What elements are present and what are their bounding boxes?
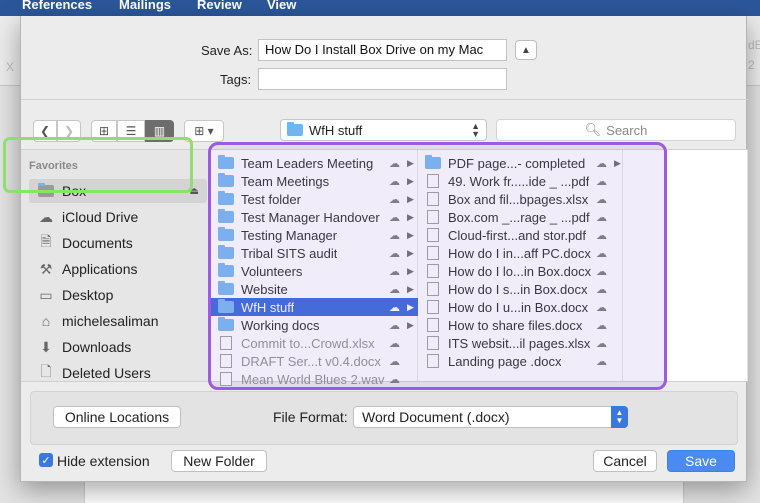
- save-button[interactable]: Save: [667, 450, 735, 472]
- chevron-right-icon: ❯: [63, 124, 75, 138]
- bg-toolbar-glyph: dE: [748, 38, 760, 52]
- cloud-icon: ☁: [39, 208, 53, 225]
- sidebar-item-applications[interactable]: ⚒ Applications: [37, 257, 207, 281]
- sidebar-item-label: iCloud Drive: [62, 209, 139, 225]
- ribbon-tab-review[interactable]: Review: [197, 0, 242, 12]
- bg-toolbar-glyph: 2: [748, 58, 755, 72]
- applications-icon: ⚒: [39, 260, 53, 277]
- sidebar-item-documents[interactable]: 🗎 Documents: [37, 231, 207, 255]
- location-popup[interactable]: WfH stuff ▲ ▼: [280, 119, 487, 141]
- documents-icon: 🗎: [40, 233, 52, 249]
- expand-dialog-button[interactable]: ▲: [515, 40, 537, 60]
- search-icon: 🔍︎: [584, 122, 602, 137]
- sidebar-item-label: Documents: [62, 235, 133, 251]
- purple-highlight-box: [208, 142, 667, 390]
- folder-icon: [287, 122, 303, 136]
- sidebar-item-label: Deleted Users: [62, 365, 151, 381]
- sidebar-item-deleted-users[interactable]: 🗋 Deleted Users: [37, 361, 207, 385]
- chevron-up-icon: ▲: [521, 44, 531, 56]
- green-highlight-box: [3, 137, 193, 193]
- ribbon-tab-mailings[interactable]: Mailings: [119, 0, 171, 12]
- divider: [21, 99, 748, 100]
- updown-arrows-icon: ▲ ▼: [611, 406, 628, 428]
- file-format-label: File Format:: [273, 409, 348, 425]
- sidebar-item-label: Downloads: [62, 339, 132, 355]
- ribbon-tab-view[interactable]: View: [267, 0, 296, 12]
- sidebar-item-label: Applications: [62, 261, 138, 277]
- document-icon: 🗋: [40, 363, 52, 379]
- new-folder-button[interactable]: New Folder: [171, 450, 267, 472]
- file-format-select[interactable]: Word Document (.docx) ▲ ▼: [353, 406, 628, 428]
- updown-arrows-icon: ▲ ▼: [471, 121, 480, 139]
- file-format-value: Word Document (.docx): [362, 409, 510, 425]
- chevron-left-icon: ❮: [39, 124, 51, 138]
- online-locations-button[interactable]: Online Locations: [53, 406, 181, 428]
- sidebar-item-label: michelesaliman: [62, 313, 159, 329]
- sidebar-item-home[interactable]: ⌂ michelesaliman: [37, 309, 207, 333]
- arrange-icon: ⊞ ▾: [194, 124, 214, 138]
- cancel-button[interactable]: Cancel: [593, 450, 657, 472]
- word-ribbon: References Mailings Review View: [0, 0, 760, 16]
- hide-extension-label: Hide extension: [57, 453, 150, 469]
- search-input[interactable]: 🔍︎ Search: [496, 119, 736, 141]
- sidebar-item-icloud-drive[interactable]: ☁ iCloud Drive: [37, 205, 207, 229]
- ribbon-tab-references[interactable]: References: [22, 0, 92, 12]
- downloads-icon: ⬇: [40, 338, 52, 355]
- search-placeholder: Search: [606, 122, 648, 138]
- home-icon: ⌂: [41, 313, 51, 329]
- sidebar-item-desktop[interactable]: ▭ Desktop: [37, 283, 207, 307]
- tags-field[interactable]: [258, 68, 507, 90]
- save-as-field[interactable]: How Do I Install Box Drive on my Mac: [258, 39, 507, 61]
- save-as-label: Save As:: [201, 43, 253, 58]
- hide-extension-checkbox[interactable]: ✓: [39, 453, 53, 467]
- desktop-icon: ▭: [39, 286, 53, 303]
- columns-icon: ▥: [153, 124, 166, 138]
- list-icon: ☰: [125, 124, 137, 138]
- tags-label: Tags:: [220, 72, 252, 87]
- location-label: WfH stuff: [309, 122, 363, 138]
- checkmark-icon: ✓: [41, 454, 51, 467]
- bg-toolbar-glyph: X: [6, 60, 15, 74]
- sidebar-item-label: Desktop: [62, 287, 114, 303]
- sidebar-item-downloads[interactable]: ⬇ Downloads: [37, 335, 207, 359]
- grid-icon: ⊞: [98, 124, 110, 138]
